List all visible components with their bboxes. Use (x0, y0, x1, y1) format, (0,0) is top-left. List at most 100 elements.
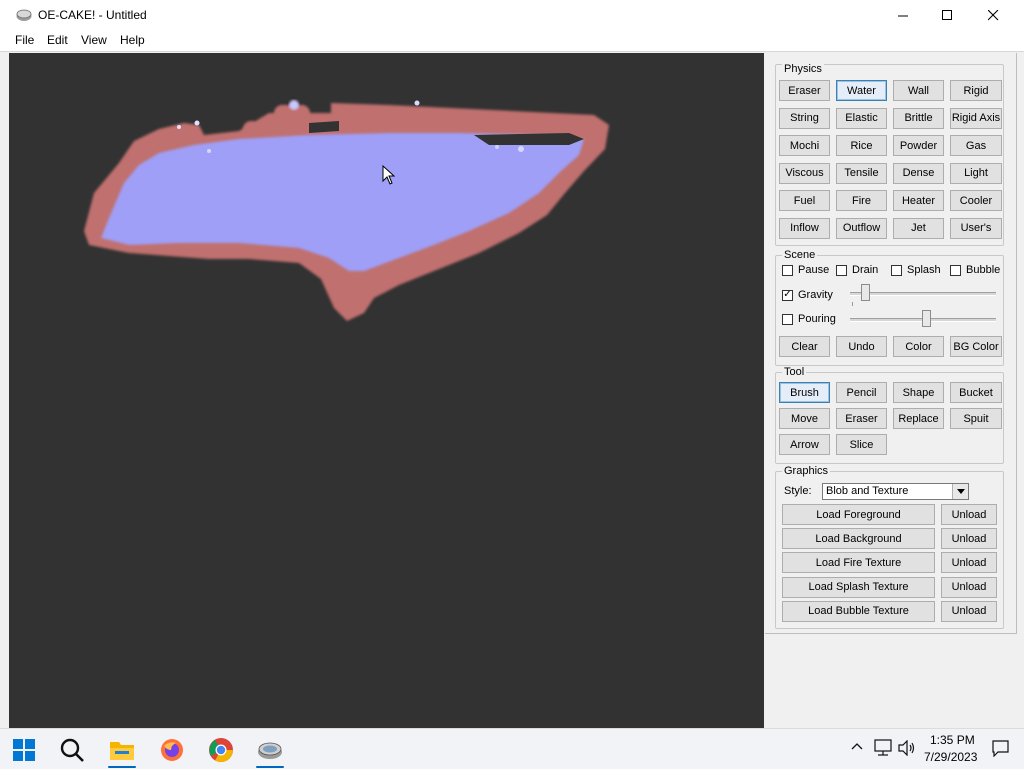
bg-color-button[interactable]: BG Color (950, 336, 1002, 357)
minimize-button[interactable] (880, 0, 926, 31)
checkbox-label: Pouring (798, 313, 836, 325)
checkbox-box (950, 264, 961, 276)
checkbox-label: Gravity (798, 289, 833, 301)
unload-background-button[interactable]: Unload (941, 528, 997, 550)
mouse-pointer-icon (382, 165, 396, 185)
unload-splash-texture-button[interactable]: Unload (941, 576, 997, 598)
left-margin (0, 53, 9, 728)
tool-bucket-button[interactable]: Bucket (950, 382, 1002, 403)
load-foreground-button[interactable]: Load Foreground (782, 504, 935, 525)
minimize-icon (897, 15, 908, 17)
physics-heater-button[interactable]: Heater (893, 190, 944, 211)
tool-move-button[interactable]: Move (779, 408, 830, 429)
clock-time[interactable]: 1:35 PM (930, 733, 975, 747)
load-bubble-texture-button[interactable]: Load Bubble Texture (782, 600, 935, 622)
chrome-icon[interactable] (208, 737, 234, 763)
physics-rigid-button[interactable]: Rigid (950, 80, 1002, 101)
firefox-icon[interactable] (159, 737, 185, 763)
menu-file[interactable]: File (15, 33, 34, 47)
splash-checkbox[interactable]: Splash (891, 264, 941, 276)
tool-arrow-button[interactable]: Arrow (779, 434, 830, 455)
close-button[interactable] (970, 0, 1016, 31)
physics-wall-button[interactable]: Wall (893, 80, 944, 101)
checkbox-box (836, 264, 847, 276)
bubble-checkbox[interactable]: Bubble (950, 264, 1000, 276)
physics-fuel-button[interactable]: Fuel (779, 190, 830, 211)
pouring-slider-thumb[interactable] (921, 310, 931, 327)
physics-rice-button[interactable]: Rice (836, 135, 887, 156)
physics-gas-button[interactable]: Gas (950, 135, 1002, 156)
tool-label: Tool (782, 366, 807, 378)
checkbox-label: Pause (798, 264, 830, 276)
simulation-canvas[interactable] (9, 53, 764, 728)
slider-tick (852, 302, 853, 306)
app-icon (16, 9, 32, 21)
control-panel: Physics Scene Pause Drain Splash Bubble … (765, 53, 1017, 634)
physics-string-button[interactable]: String (779, 107, 830, 129)
taskbar: 1:35 PM 7/29/2023 (0, 728, 1024, 769)
physics-dense-button[interactable]: Dense (893, 162, 944, 184)
physics-outflow-button[interactable]: Outflow (836, 217, 887, 239)
chevron-down-icon[interactable] (952, 484, 968, 499)
simulation-scene (84, 100, 609, 321)
tool-replace-button[interactable]: Replace (893, 408, 944, 429)
physics-eraser-button[interactable]: Eraser (779, 80, 830, 101)
color-button[interactable]: Color (893, 336, 944, 357)
unload-foreground-button[interactable]: Unload (941, 504, 997, 525)
physics-user-s-button[interactable]: User's (950, 217, 1002, 239)
clock-date[interactable]: 7/29/2023 (924, 750, 977, 764)
tool-brush-button[interactable]: Brush (779, 382, 830, 403)
physics-mochi-button[interactable]: Mochi (779, 135, 830, 156)
tool-spuit-button[interactable]: Spuit (950, 408, 1002, 429)
style-select[interactable]: Blob and Texture (822, 483, 969, 500)
windows-start-icon[interactable] (11, 737, 37, 763)
physics-inflow-button[interactable]: Inflow (779, 217, 830, 239)
oe-cake-icon[interactable] (257, 737, 283, 763)
menu-edit[interactable]: Edit (47, 33, 68, 47)
physics-rigid-axis-button[interactable]: Rigid Axis (950, 107, 1002, 129)
maximize-icon (941, 10, 952, 20)
pause-checkbox[interactable]: Pause (782, 264, 829, 276)
gravity-slider-thumb[interactable] (860, 284, 870, 301)
physics-powder-button[interactable]: Powder (893, 135, 944, 156)
drain-checkbox[interactable]: Drain (836, 264, 878, 276)
physics-light-button[interactable]: Light (950, 162, 1002, 184)
clear-button[interactable]: Clear (779, 336, 830, 357)
physics-jet-button[interactable]: Jet (893, 217, 944, 239)
unload-fire-texture-button[interactable]: Unload (941, 552, 997, 574)
search-icon[interactable] (59, 737, 85, 763)
gravity-checkbox[interactable]: ✓ Gravity (782, 289, 833, 301)
maximize-button[interactable] (924, 0, 970, 31)
menu-bar: File Edit View Help (0, 31, 1024, 51)
physics-tensile-button[interactable]: Tensile (836, 162, 887, 184)
tool-pencil-button[interactable]: Pencil (836, 382, 887, 403)
load-fire-texture-button[interactable]: Load Fire Texture (782, 552, 935, 574)
physics-brittle-button[interactable]: Brittle (893, 107, 944, 129)
close-icon (987, 10, 998, 21)
menu-view[interactable]: View (81, 33, 107, 47)
checkbox-box (782, 264, 793, 276)
pouring-checkbox[interactable]: Pouring (782, 313, 836, 325)
physics-cooler-button[interactable]: Cooler (950, 190, 1002, 211)
load-background-button[interactable]: Load Background (782, 528, 935, 550)
load-splash-texture-button[interactable]: Load Splash Texture (782, 576, 935, 598)
notification-icon[interactable] (992, 740, 1009, 757)
style-label: Style: (784, 485, 812, 497)
undo-button[interactable]: Undo (836, 336, 887, 357)
physics-water-button[interactable]: Water (836, 80, 887, 101)
chevron-up-icon[interactable] (851, 742, 863, 750)
gravity-slider[interactable] (850, 292, 996, 296)
tool-slice-button[interactable]: Slice (836, 434, 887, 455)
network-icon[interactable] (874, 739, 892, 756)
tool-eraser-button[interactable]: Eraser (836, 408, 887, 429)
file-explorer-icon[interactable] (109, 737, 135, 763)
physics-fire-button[interactable]: Fire (836, 190, 887, 211)
volume-icon[interactable] (898, 740, 916, 756)
physics-viscous-button[interactable]: Viscous (779, 162, 830, 184)
title-bar: OE-CAKE! - Untitled (0, 0, 1024, 31)
checkbox-box (782, 313, 793, 325)
physics-elastic-button[interactable]: Elastic (836, 107, 887, 129)
unload-bubble-texture-button[interactable]: Unload (941, 600, 997, 622)
tool-shape-button[interactable]: Shape (893, 382, 944, 403)
menu-help[interactable]: Help (120, 33, 145, 47)
